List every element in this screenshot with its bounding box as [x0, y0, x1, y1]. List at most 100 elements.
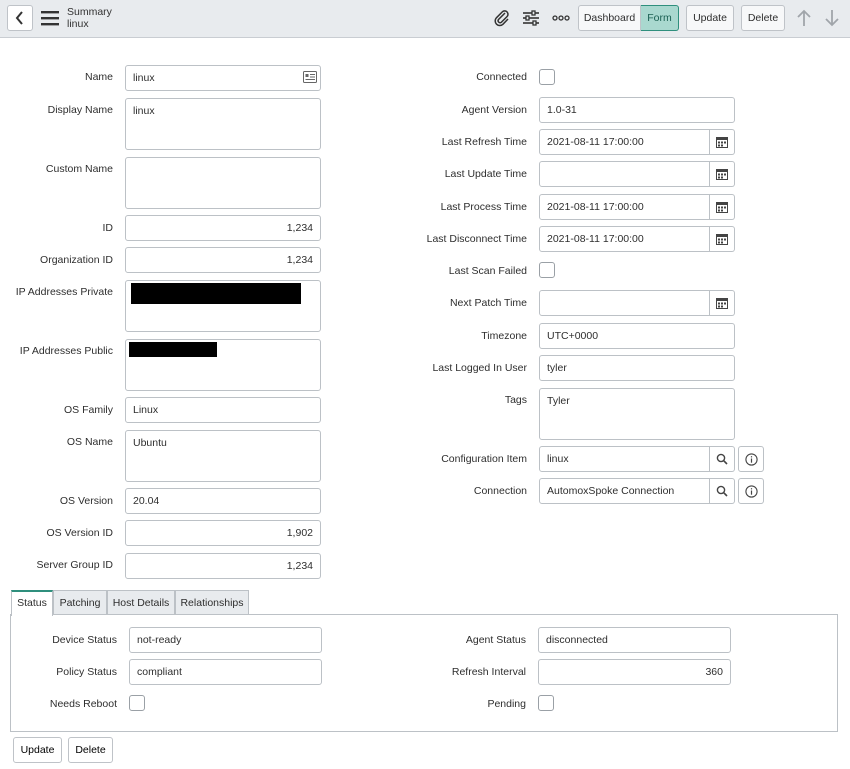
- search-icon: [716, 453, 728, 465]
- calendar-icon: [716, 201, 728, 213]
- last-refresh-time-label: Last Refresh Time: [441, 136, 527, 148]
- personalize-button[interactable]: [520, 7, 542, 29]
- os-version-id-label: OS Version ID: [46, 527, 113, 539]
- organization-id-label: Organization ID: [40, 254, 113, 266]
- last-logged-in-user-field[interactable]: tyler: [539, 355, 735, 381]
- os-name-field[interactable]: Ubuntu: [125, 430, 321, 482]
- connection-lookup-button[interactable]: [710, 478, 735, 504]
- organization-id-field[interactable]: 1,234: [125, 247, 321, 273]
- needs-reboot-checkbox[interactable]: [129, 695, 145, 711]
- next-patch-time-label: Next Patch Time: [449, 297, 527, 309]
- refresh-interval-field[interactable]: 360: [538, 659, 731, 685]
- update-button[interactable]: Update: [13, 737, 62, 763]
- tab-relationships[interactable]: Relationships: [175, 590, 249, 615]
- more-options-button[interactable]: [550, 7, 572, 29]
- connection-label: Connection: [473, 485, 527, 497]
- device-status-label: Device Status: [52, 634, 117, 646]
- last-process-time-field[interactable]: 2021-08-11 17:00:00: [539, 194, 710, 220]
- calendar-icon: [716, 136, 728, 148]
- os-version-id-field[interactable]: 1,902: [125, 520, 321, 546]
- last-process-time-calendar-button[interactable]: [710, 194, 735, 220]
- breadcrumb: Summary linux: [67, 6, 112, 30]
- configuration-item-field[interactable]: linux: [539, 446, 710, 472]
- policy-status-field[interactable]: compliant: [129, 659, 322, 685]
- id-field[interactable]: 1,234: [125, 215, 321, 241]
- name-label: Name: [84, 71, 113, 83]
- ip-addresses-private-label: IP Addresses Private: [15, 286, 113, 298]
- agent-version-field[interactable]: 1.0-31: [539, 97, 735, 123]
- arrow-up-icon: [797, 9, 811, 26]
- paperclip-icon: [494, 10, 509, 27]
- last-scan-failed-checkbox[interactable]: [539, 262, 555, 278]
- back-button[interactable]: [7, 5, 33, 31]
- hamburger-menu-icon[interactable]: [40, 9, 60, 27]
- custom-name-field[interactable]: [125, 157, 321, 209]
- calendar-icon: [716, 233, 728, 245]
- calendar-icon: [716, 168, 728, 180]
- info-icon: [744, 484, 758, 498]
- os-family-field[interactable]: Linux: [125, 397, 321, 423]
- id-label: ID: [102, 222, 114, 234]
- pending-label: Pending: [487, 698, 526, 710]
- server-group-id-field[interactable]: 1,234: [125, 553, 321, 579]
- configuration-item-info-button[interactable]: [738, 446, 764, 472]
- needs-reboot-label: Needs Reboot: [49, 698, 117, 710]
- last-disconnect-time-label: Last Disconnect Time: [426, 233, 527, 245]
- update-button-header[interactable]: Update: [686, 5, 734, 31]
- next-patch-time-field[interactable]: [539, 290, 710, 316]
- ip-addresses-public-label: IP Addresses Public: [19, 345, 113, 357]
- os-version-field[interactable]: 20.04: [125, 488, 321, 514]
- view-dashboard-button[interactable]: Dashboard: [578, 5, 641, 31]
- reference-card-icon[interactable]: [303, 71, 317, 83]
- os-version-label: OS Version: [59, 495, 113, 507]
- next-record-button[interactable]: [821, 7, 843, 29]
- tab-host-details[interactable]: Host Details: [107, 590, 175, 615]
- pending-checkbox[interactable]: [538, 695, 554, 711]
- agent-status-label: Agent Status: [465, 634, 526, 646]
- os-family-label: OS Family: [63, 404, 113, 416]
- display-name-label: Display Name: [47, 104, 113, 116]
- sliders-icon: [523, 10, 539, 26]
- search-icon: [716, 485, 728, 497]
- connection-info-button[interactable]: [738, 478, 764, 504]
- last-disconnect-time-calendar-button[interactable]: [710, 226, 735, 252]
- device-status-field[interactable]: not-ready: [129, 627, 322, 653]
- view-form-button[interactable]: Form: [641, 5, 679, 31]
- connection-field[interactable]: AutomoxSpoke Connection: [539, 478, 710, 504]
- attachment-button[interactable]: [491, 7, 513, 29]
- last-disconnect-time-field[interactable]: 2021-08-11 17:00:00: [539, 226, 710, 252]
- previous-record-button[interactable]: [793, 7, 815, 29]
- last-logged-in-user-label: Last Logged In User: [432, 362, 527, 374]
- last-refresh-time-field[interactable]: 2021-08-11 17:00:00: [539, 129, 710, 155]
- policy-status-label: Policy Status: [56, 666, 117, 678]
- breadcrumb-record: linux: [67, 18, 89, 30]
- last-update-time-field[interactable]: [539, 161, 710, 187]
- last-process-time-label: Last Process Time: [440, 201, 527, 213]
- redaction-block: [131, 283, 301, 304]
- form-header: Summary linux Dashboard Form Update Dele…: [0, 0, 850, 38]
- last-update-time-calendar-button[interactable]: [710, 161, 735, 187]
- os-name-label: OS Name: [66, 436, 113, 448]
- tags-field[interactable]: Tyler: [539, 388, 735, 440]
- connected-checkbox[interactable]: [539, 69, 555, 85]
- server-group-id-label: Server Group ID: [36, 559, 113, 571]
- tab-status[interactable]: Status: [11, 590, 53, 616]
- connected-label: Connected: [476, 71, 527, 83]
- arrow-down-icon: [825, 10, 839, 27]
- last-update-time-label: Last Update Time: [444, 168, 527, 180]
- timezone-label: Timezone: [481, 330, 527, 342]
- next-patch-time-calendar-button[interactable]: [710, 290, 735, 316]
- timezone-field[interactable]: UTC+0000: [539, 323, 735, 349]
- info-icon: [744, 452, 758, 466]
- name-field[interactable]: linux: [125, 65, 321, 91]
- agent-version-label: Agent Version: [461, 104, 527, 116]
- configuration-item-lookup-button[interactable]: [710, 446, 735, 472]
- tab-patching[interactable]: Patching: [53, 590, 107, 615]
- last-refresh-time-calendar-button[interactable]: [710, 129, 735, 155]
- last-scan-failed-label: Last Scan Failed: [448, 265, 527, 277]
- agent-status-field[interactable]: disconnected: [538, 627, 731, 653]
- display-name-field[interactable]: linux: [125, 98, 321, 150]
- delete-button-header[interactable]: Delete: [741, 5, 785, 31]
- redaction-block: [129, 342, 217, 357]
- delete-button[interactable]: Delete: [68, 737, 113, 763]
